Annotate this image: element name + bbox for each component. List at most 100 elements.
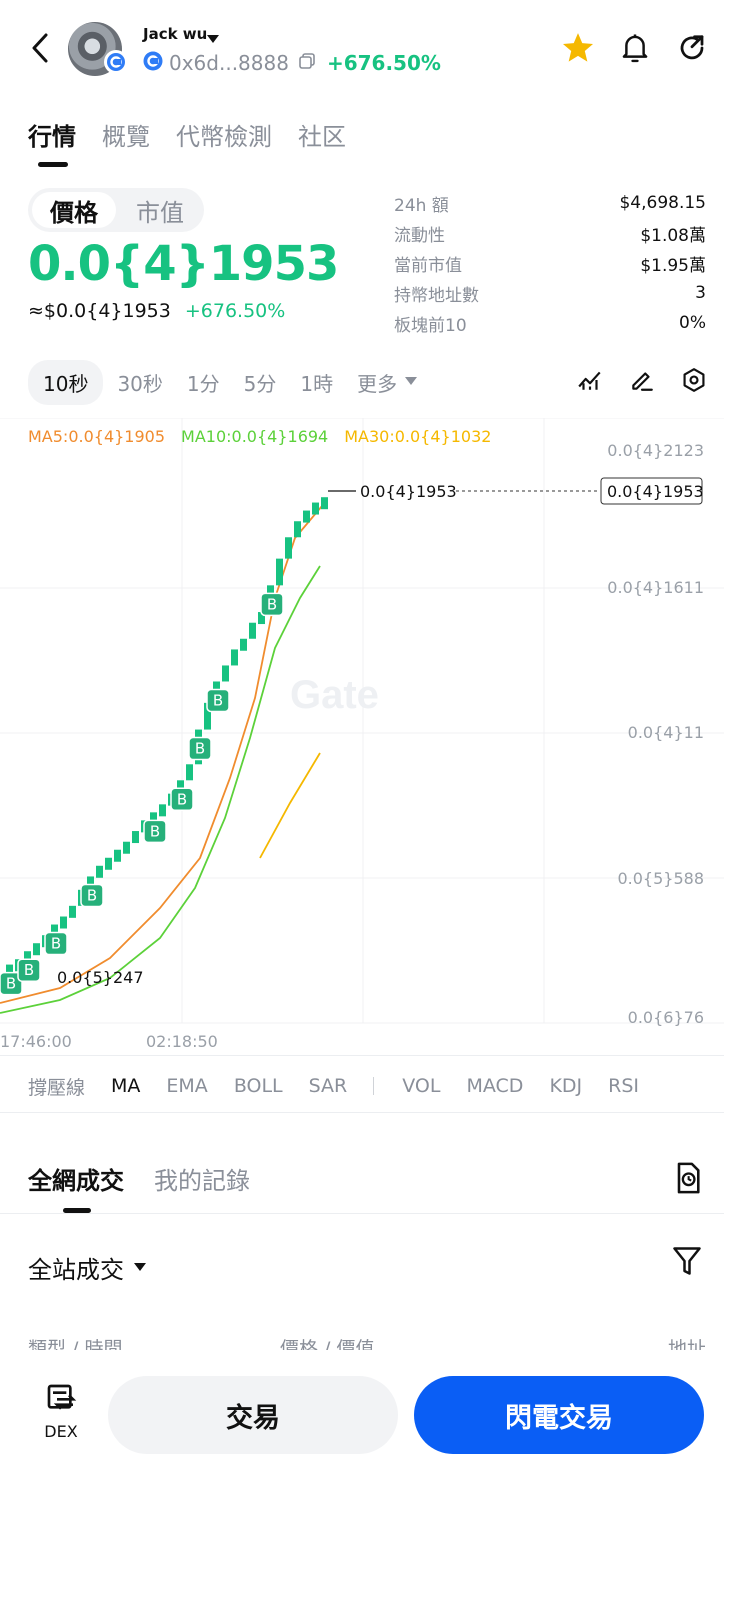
tab-market[interactable]: 行情 xyxy=(28,117,76,152)
last-price-label: 0.0{4}1953 xyxy=(360,482,457,501)
share-icon[interactable] xyxy=(674,30,710,66)
toggle-market-cap[interactable]: 市值 xyxy=(120,192,200,228)
indicator-icon[interactable] xyxy=(574,364,606,396)
stats-panel: 24h 額 $4,698.15 流動性 $1.08萬 當前市值 $1.95萬 持幣地址… xyxy=(394,188,706,338)
col-address: 地址 xyxy=(667,1338,706,1350)
y-tick: 0.0{6}76 xyxy=(628,1008,704,1027)
candle xyxy=(285,537,292,559)
trade-button[interactable]: 交易 xyxy=(108,1376,398,1454)
divider xyxy=(0,1055,724,1056)
stat-value: 3 xyxy=(695,283,706,303)
price-change-pct: +676.50% xyxy=(184,300,286,322)
copy-icon[interactable] xyxy=(299,53,315,73)
tf-5m[interactable]: 5分 xyxy=(244,368,277,397)
low-price-label: 0.0{5}247 xyxy=(57,968,144,987)
settings-icon[interactable] xyxy=(678,364,710,396)
main-tabs: 行情 概覽 代幣檢測 社区 xyxy=(28,114,372,154)
divider xyxy=(0,1213,724,1214)
tf-1h[interactable]: 1時 xyxy=(300,368,333,397)
ind-support-resistance[interactable]: 撐壓線 xyxy=(28,1073,85,1100)
tab-community[interactable]: 社区 xyxy=(298,117,346,152)
bell-icon[interactable] xyxy=(617,30,653,66)
buy-marker-label: B xyxy=(87,886,97,904)
buy-marker-label: B xyxy=(267,595,277,613)
stat-label: 當前市值 xyxy=(394,255,462,276)
candle xyxy=(96,865,103,878)
ind-rsi[interactable]: RSI xyxy=(608,1075,639,1097)
ind-vol[interactable]: VOL xyxy=(402,1075,440,1097)
col-type-time: 類型 / 時間 xyxy=(28,1338,123,1350)
indicator-tabs: 撐壓線 MA EMA BOLL SAR VOL MACD KDJ RSI xyxy=(28,1068,639,1104)
stat-value: $1.95萬 xyxy=(640,255,706,276)
stat-row: 流動性 $1.08萬 xyxy=(394,218,706,248)
y-tick: 0.0{4}11 xyxy=(628,723,704,742)
candle xyxy=(303,510,310,523)
stat-row: 當前市值 $1.95萬 xyxy=(394,248,706,278)
x-tick: 17:46:00 xyxy=(0,1032,72,1051)
ind-boll[interactable]: BOLL xyxy=(234,1075,283,1097)
tf-1m[interactable]: 1分 xyxy=(187,368,220,397)
caret-down-icon[interactable] xyxy=(207,30,219,49)
candle xyxy=(294,521,301,538)
x-tick: 02:18:50 xyxy=(146,1032,218,1051)
usd-price: ≈$0.0{4}1953 xyxy=(28,300,171,322)
usd-price-row: ≈$0.0{4}1953 +676.50% xyxy=(28,300,285,322)
candle xyxy=(123,841,130,854)
ind-macd[interactable]: MACD xyxy=(466,1075,523,1097)
chart-canvas[interactable]: Gate BBBBBBBBB 0.0{4}1953 0.0{4}1953 0.0… xyxy=(0,417,750,1058)
price-mcap-toggle: 價格 市值 xyxy=(28,188,204,232)
buy-marker-label: B xyxy=(195,740,205,758)
dex-button[interactable]: DEX xyxy=(40,1382,82,1441)
chain-icon xyxy=(143,51,163,75)
candle xyxy=(69,905,76,918)
ind-ma[interactable]: MA xyxy=(111,1075,140,1097)
flash-trade-button[interactable]: 閃電交易 xyxy=(414,1376,704,1454)
stat-label: 流動性 xyxy=(394,225,445,246)
ind-ema[interactable]: EMA xyxy=(166,1075,207,1097)
tab-my-records[interactable]: 我的記錄 xyxy=(154,1161,250,1196)
caret-down-icon xyxy=(134,1262,146,1271)
tab-overview[interactable]: 概覽 xyxy=(102,117,150,152)
address-row: 0x6d...8888 +676.50% xyxy=(143,50,441,76)
toggle-price[interactable]: 價格 xyxy=(32,192,116,228)
y-tick: 0.0{4}1611 xyxy=(607,578,704,597)
tab-token-check[interactable]: 代幣檢測 xyxy=(176,117,272,152)
buy-marker-label: B xyxy=(51,935,61,953)
ind-sar[interactable]: SAR xyxy=(309,1075,348,1097)
candle xyxy=(249,622,256,639)
draw-pencil-icon[interactable] xyxy=(626,364,658,396)
tab-all-trades[interactable]: 全網成交 xyxy=(28,1161,124,1196)
chain-badge-icon xyxy=(104,50,128,74)
ind-kdj[interactable]: KDJ xyxy=(549,1075,582,1097)
star-icon[interactable] xyxy=(560,30,596,66)
wallet-address: 0x6d...8888 xyxy=(169,51,289,75)
caret-down-icon xyxy=(405,377,418,385)
tf-more-label: 更多 xyxy=(357,371,398,396)
candle xyxy=(159,804,166,817)
stat-row: 持幣地址數 3 xyxy=(394,278,706,308)
stat-row: 板塊前10 0% xyxy=(394,308,706,338)
history-icon[interactable] xyxy=(672,1160,704,1196)
candle xyxy=(240,638,247,651)
filter-icon[interactable] xyxy=(672,1244,702,1278)
x-axis: 17:46:00 02:18:50 xyxy=(0,1032,218,1051)
tf-30s[interactable]: 30秒 xyxy=(117,368,162,397)
ma10-label: MA10:0.0{4}1694 xyxy=(181,427,329,446)
back-button[interactable] xyxy=(26,30,56,66)
header-change-pct: +676.50% xyxy=(326,51,441,75)
trade-filter-label: 全站成交 xyxy=(28,1256,124,1284)
price-chart[interactable]: Gate BBBBBBBBB 0.0{4}1953 0.0{4}1953 0.0… xyxy=(0,417,750,1058)
y-tick: 0.0{5}588 xyxy=(617,869,704,888)
dex-label: DEX xyxy=(44,1422,78,1441)
trade-filter-dropdown[interactable]: 全站成交 xyxy=(28,1250,146,1285)
username[interactable]: Jack wu xyxy=(143,25,207,43)
tf-10s[interactable]: 10秒 xyxy=(28,359,104,405)
buy-marker-label: B xyxy=(150,822,160,840)
stat-label: 持幣地址數 xyxy=(394,285,479,306)
candle xyxy=(321,497,328,510)
buy-marker-label: B xyxy=(177,790,187,808)
tf-more[interactable]: 更多 xyxy=(357,368,418,397)
col-price-value: 價格 / 價值 xyxy=(280,1338,375,1350)
candle xyxy=(114,849,121,862)
candle xyxy=(186,764,193,781)
